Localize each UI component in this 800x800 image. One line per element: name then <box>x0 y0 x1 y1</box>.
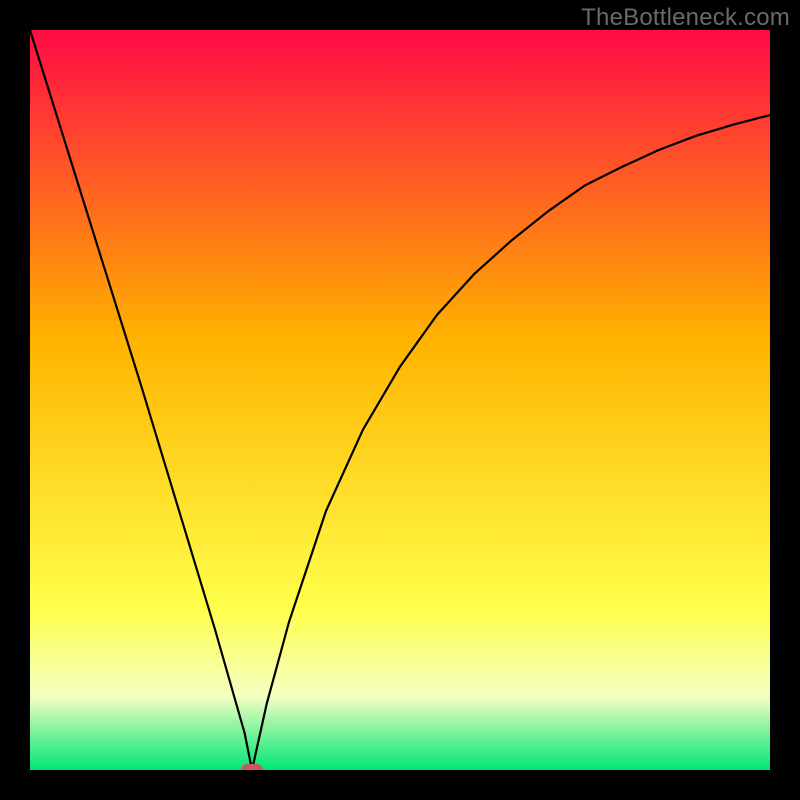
plot-svg <box>30 30 770 770</box>
watermark-text: TheBottleneck.com <box>581 4 790 32</box>
plot-area <box>30 30 770 770</box>
gradient-background <box>30 30 770 770</box>
minimum-marker <box>241 764 263 770</box>
chart-frame: TheBottleneck.com <box>0 0 800 800</box>
